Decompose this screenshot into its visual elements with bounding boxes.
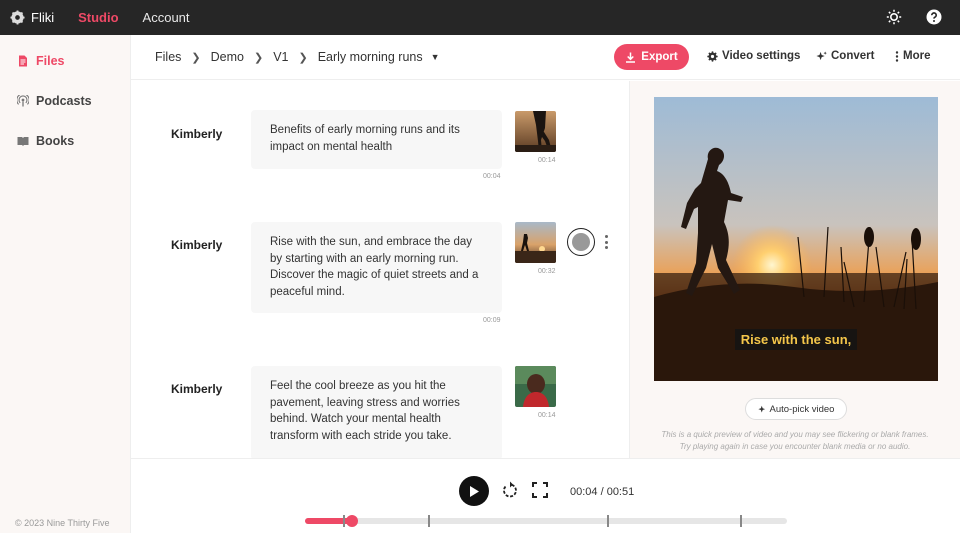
convert-button[interactable]: Convert <box>816 50 874 62</box>
scene-marker[interactable] <box>427 515 430 527</box>
video-preview[interactable]: Rise with the sun, <box>654 97 938 381</box>
file-icon <box>19 55 27 67</box>
video-settings-label: Video settings <box>722 50 801 62</box>
caption-text: Rise with the sun, <box>734 329 858 350</box>
sidebar-item-label: Podcasts <box>36 94 92 108</box>
cursor-hover-button[interactable] <box>567 228 595 256</box>
replay-icon[interactable] <box>501 481 519 499</box>
media-duration: 00:32 <box>538 268 556 275</box>
sun-icon[interactable] <box>886 9 902 25</box>
logo-label: Fliki <box>31 10 55 25</box>
scene-marker[interactable] <box>342 515 345 527</box>
more-label: More <box>903 50 931 62</box>
sidebar-item-books[interactable]: Books <box>0 121 130 161</box>
sidebar-item-files[interactable]: Files <box>0 41 130 81</box>
scene-text[interactable]: Rise with the sun, and embrace the day b… <box>251 222 502 313</box>
auto-pick-video-button[interactable]: Auto-pick video <box>745 398 847 420</box>
download-icon <box>626 52 636 63</box>
hover-indicator <box>572 233 590 251</box>
nav-studio[interactable]: Studio <box>78 10 118 25</box>
scene-marker[interactable] <box>607 515 610 527</box>
progress-track[interactable] <box>305 515 787 527</box>
media-thumbnail[interactable] <box>515 111 556 152</box>
player-bar: 00:04 / 00:51 <box>131 458 960 533</box>
play-icon <box>470 485 479 497</box>
progress-handle[interactable] <box>346 515 359 527</box>
media-thumbnail[interactable] <box>515 366 556 407</box>
book-icon <box>17 137 29 146</box>
chevron-right-icon: ❯ <box>253 51 264 64</box>
convert-label: Convert <box>831 50 875 62</box>
kebab-icon <box>895 50 899 62</box>
scene-list: Kimberly Benefits of early morning runs … <box>131 81 629 458</box>
speaker-name[interactable]: Kimberly <box>171 382 222 396</box>
progress-fill <box>305 518 353 524</box>
gear-logo-icon <box>10 10 25 25</box>
breadcrumb-v1[interactable]: V1 <box>273 50 288 64</box>
scene-text[interactable]: Feel the cool breeze as you hit the pave… <box>251 366 502 458</box>
media-duration: 00:14 <box>538 157 556 164</box>
breadcrumb-file-title[interactable]: Early morning runs <box>318 50 423 64</box>
top-bar: Fliki Studio Account <box>0 0 960 35</box>
podcast-icon <box>17 95 29 107</box>
copyright: © 2023 Nine Thirty Five <box>15 518 110 528</box>
chevron-right-icon: ❯ <box>191 51 201 64</box>
export-label: Export <box>641 51 678 63</box>
scene-text[interactable]: Benefits of early morning runs and its i… <box>251 110 502 169</box>
sparkle-icon <box>816 50 827 60</box>
media-duration: 00:14 <box>538 412 556 419</box>
logo[interactable]: Fliki <box>10 10 54 25</box>
breadcrumb: Files ❯ Demo ❯ V1 ❯ Early morning runs ▼ <box>155 50 440 64</box>
fullscreen-icon[interactable] <box>532 482 548 498</box>
nav-account[interactable]: Account <box>143 10 190 25</box>
more-button[interactable]: More <box>895 50 930 62</box>
chevron-right-icon: ❯ <box>298 51 308 64</box>
gear-icon <box>707 50 718 62</box>
sidebar-item-label: Files <box>36 54 65 68</box>
chevron-down-icon[interactable]: ▼ <box>431 52 440 62</box>
breadcrumb-demo[interactable]: Demo <box>211 50 244 64</box>
preview-note-line: Try playing again in case you encounter … <box>679 442 911 451</box>
man-running-thumbnail <box>515 366 556 407</box>
text-duration: 00:09 <box>483 317 501 324</box>
text-duration: 00:04 <box>483 173 501 180</box>
export-button[interactable]: Export <box>614 44 689 70</box>
sidebar-item-label: Books <box>36 134 75 148</box>
sidebar: Files Podcasts Books © 2023 Nine Thirty … <box>0 35 131 533</box>
auto-pick-label: Auto-pick video <box>769 403 835 415</box>
help-icon[interactable] <box>926 9 942 25</box>
preview-note-line: This is a quick preview of video and you… <box>661 430 929 439</box>
header: Files ❯ Demo ❯ V1 ❯ Early morning runs ▼… <box>131 35 960 80</box>
preview-panel: Rise with the sun, Auto-pick video This … <box>629 81 960 458</box>
scene-marker[interactable] <box>739 515 742 527</box>
sunset-runner-thumbnail <box>515 222 556 263</box>
speaker-name[interactable]: Kimberly <box>171 127 222 141</box>
video-settings-button[interactable]: Video settings <box>707 50 800 62</box>
playback-time: 00:04 / 00:51 <box>570 486 635 498</box>
play-button[interactable] <box>459 476 489 506</box>
sparkle-icon <box>757 405 765 412</box>
scene-menu-icon[interactable] <box>604 235 608 249</box>
video-caption: Rise with the sun, <box>654 329 938 350</box>
media-thumbnail[interactable] <box>515 222 556 263</box>
preview-note: This is a quick preview of video and you… <box>640 429 950 453</box>
sidebar-item-podcasts[interactable]: Podcasts <box>0 81 130 121</box>
speaker-name[interactable]: Kimberly <box>171 238 222 252</box>
runner-legs-thumbnail <box>515 111 556 152</box>
breadcrumb-files[interactable]: Files <box>155 50 181 64</box>
